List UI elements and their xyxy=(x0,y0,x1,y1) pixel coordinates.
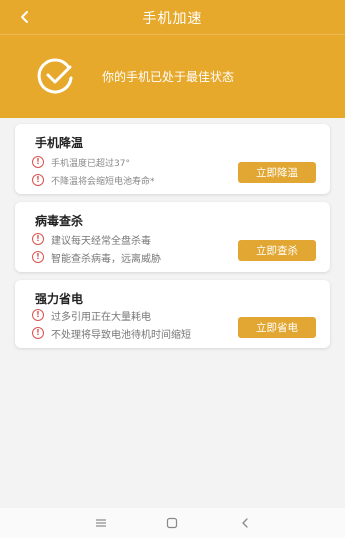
info-row: ! 不降温将会缩短电池寿命* xyxy=(32,173,155,187)
card-cool-down: 手机降温 ! 手机温度已超过37° ! 不降温将会缩短电池寿命* 立即降温 xyxy=(15,124,330,194)
header: 手机加速 你的手机已处于最佳状态 xyxy=(0,0,345,118)
check-circle-icon xyxy=(37,58,73,94)
info-row: ! 不处理将导致电池待机时间缩短 xyxy=(32,326,191,341)
page-title: 手机加速 xyxy=(142,11,203,27)
alert-circle-icon: ! xyxy=(32,309,44,321)
info-text: 建议每天经常全盘杀毒 xyxy=(51,235,151,247)
alert-circle-icon: ! xyxy=(32,156,44,168)
power-save-button[interactable]: 立即省电 xyxy=(238,317,316,338)
nav-menu-button[interactable] xyxy=(91,516,111,530)
square-icon xyxy=(166,517,178,529)
info-text: 不降温将会缩短电池寿命* xyxy=(51,176,155,187)
alert-circle-icon: ! xyxy=(32,327,44,339)
virus-scan-button[interactable]: 立即查杀 xyxy=(238,240,316,261)
info-text: 不处理将导致电池待机时间缩短 xyxy=(51,329,191,341)
card-title: 病毒查杀 xyxy=(35,214,84,228)
status-text: 你的手机已处于最佳状态 xyxy=(102,70,235,84)
info-row: ! 手机温度已超过37° xyxy=(32,155,130,169)
system-nav-bar xyxy=(0,508,345,538)
nav-home-button[interactable] xyxy=(162,516,182,530)
triangle-back-icon xyxy=(242,518,248,528)
screen: 手机加速 你的手机已处于最佳状态 手机降温 ! 手机温度已超过37° ! 不降温… xyxy=(0,0,345,538)
alert-circle-icon: ! xyxy=(32,251,44,263)
nav-back-button[interactable] xyxy=(235,516,255,530)
card-power-save: 强力省电 ! 过多引用正在大量耗电 ! 不处理将导致电池待机时间缩短 立即省电 xyxy=(15,280,330,348)
card-virus-scan: 病毒查杀 ! 建议每天经常全盘杀毒 ! 智能查杀病毒，远离威胁 立即查杀 xyxy=(15,202,330,272)
alert-circle-icon: ! xyxy=(32,174,44,186)
cool-down-button[interactable]: 立即降温 xyxy=(238,162,316,183)
info-text: 过多引用正在大量耗电 xyxy=(51,311,151,323)
card-title: 手机降温 xyxy=(35,136,84,150)
info-row: ! 过多引用正在大量耗电 xyxy=(32,308,151,323)
info-text: 智能查杀病毒，远离威胁 xyxy=(51,253,161,265)
alert-circle-icon: ! xyxy=(32,233,44,245)
info-text: 手机温度已超过37° xyxy=(51,158,130,169)
menu-icon xyxy=(96,519,106,527)
info-row: ! 建议每天经常全盘杀毒 xyxy=(32,232,151,247)
info-row: ! 智能查杀病毒，远离威胁 xyxy=(32,250,161,265)
card-title: 强力省电 xyxy=(35,292,84,306)
divider xyxy=(0,34,345,35)
